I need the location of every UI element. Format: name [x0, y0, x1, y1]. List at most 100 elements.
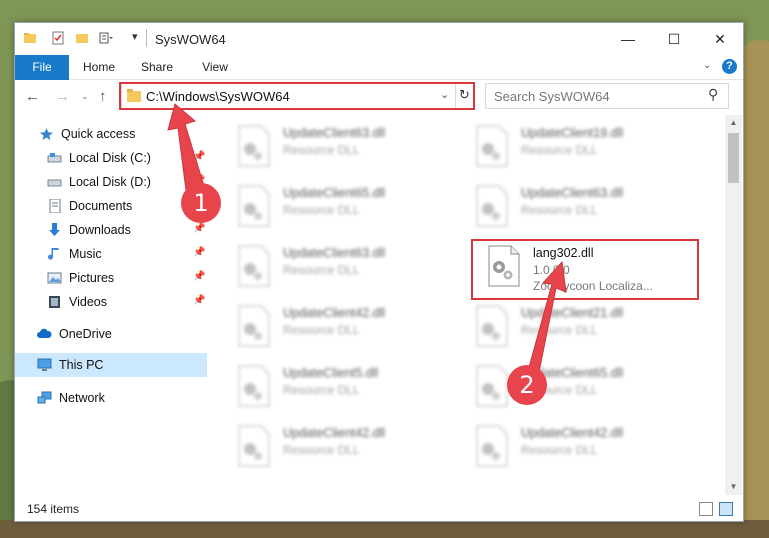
- list-item[interactable]: UpdateClient21.dll Resource DLL: [475, 303, 695, 349]
- pictures-icon: [47, 272, 62, 284]
- list-item[interactable]: UpdateClient63.dll Resource DLL: [237, 243, 457, 289]
- dll-file-icon: [238, 185, 270, 227]
- file-description: Resource DLL: [521, 143, 598, 157]
- file-list: UpdateClient63.dll Resource DLL UpdateCl…: [225, 115, 725, 495]
- file-description: Resource DLL: [521, 323, 598, 337]
- forward-arrow-icon[interactable]: →: [55, 88, 70, 105]
- search-box[interactable]: ⚲: [485, 83, 729, 109]
- scroll-up-icon[interactable]: ▲: [725, 115, 742, 131]
- file-name: UpdateClient63.dll: [521, 186, 624, 200]
- scroll-thumb[interactable]: [728, 133, 739, 183]
- address-highlight-box: [119, 82, 475, 110]
- film-icon: [49, 296, 60, 308]
- title-bar: ▾ SysWOW64 — ☐ ✕: [15, 23, 743, 55]
- file-name: UpdateClient63.dll: [283, 126, 386, 140]
- tab-share[interactable]: Share: [137, 55, 177, 79]
- maximize-button[interactable]: ☐: [651, 23, 697, 55]
- file-description: Resource DLL: [283, 323, 360, 337]
- properties-icon[interactable]: [51, 31, 65, 45]
- nav-label: This PC: [59, 358, 104, 372]
- tab-view[interactable]: View: [195, 55, 235, 79]
- search-icon[interactable]: ⚲: [708, 86, 718, 103]
- music-note-icon: [48, 248, 59, 260]
- computer-icon: [37, 358, 52, 371]
- file-description: Resource DLL: [283, 383, 360, 397]
- file-description: Resource DLL: [521, 203, 598, 217]
- dll-file-icon: [476, 365, 508, 407]
- search-input[interactable]: [492, 87, 706, 105]
- navigation-pane: Quick access Local Disk (C:) 📌 Local Dis…: [15, 115, 211, 495]
- file-name: UpdateClient42.dll: [283, 306, 386, 320]
- list-item[interactable]: UpdateClient42.dll Resource DLL: [475, 423, 695, 469]
- expand-ribbon-icon[interactable]: ⌄: [703, 60, 711, 71]
- list-item[interactable]: UpdateClient63.dll Resource DLL: [237, 123, 457, 169]
- file-name: UpdateClient42.dll: [283, 426, 386, 440]
- status-bar: 154 items: [15, 497, 743, 521]
- file-name: UpdateClient5.dll: [283, 366, 379, 380]
- details-view-icon[interactable]: [699, 502, 713, 516]
- drive-icon: [47, 179, 62, 187]
- pin-icon[interactable]: 📌: [193, 295, 205, 306]
- new-folder-icon[interactable]: [75, 31, 89, 45]
- back-arrow-icon[interactable]: ←: [25, 88, 40, 105]
- nav-label: Music: [69, 247, 102, 261]
- dll-file-icon: [238, 305, 270, 347]
- ribbon-tabs: File Home Share View ⌄ ?: [15, 55, 743, 101]
- file-description: Resource DLL: [283, 203, 360, 217]
- up-arrow-icon[interactable]: ↑: [99, 88, 107, 105]
- file-description: Resource DLL: [283, 263, 360, 277]
- download-arrow-icon: [49, 223, 60, 236]
- customize-toolbar-icon[interactable]: [99, 31, 113, 45]
- minimize-button[interactable]: —: [605, 23, 651, 55]
- file-description: Resource DLL: [521, 443, 598, 457]
- nav-label: Pictures: [69, 271, 115, 285]
- callout-number-1: 1: [193, 189, 209, 217]
- qa-dropdown-icon[interactable]: ▾: [132, 30, 138, 43]
- item-count: 154 items: [27, 502, 80, 516]
- dll-file-icon: [238, 125, 270, 167]
- tab-home[interactable]: Home: [79, 55, 119, 79]
- nav-label: Local Disk (D:): [69, 175, 151, 189]
- recent-locations-icon[interactable]: ⌄: [81, 91, 89, 102]
- vertical-scrollbar[interactable]: ▲ ▼: [725, 115, 742, 495]
- list-item[interactable]: UpdateClient63.dll Resource DLL: [475, 183, 695, 229]
- file-name: UpdateClient19.dll: [521, 126, 624, 140]
- list-item[interactable]: UpdateClient5.dll Resource DLL: [237, 363, 457, 409]
- pin-icon[interactable]: 📌: [193, 175, 205, 186]
- pin-icon[interactable]: 📌: [193, 271, 205, 282]
- list-item[interactable]: UpdateClient65.dll Resource DLL: [475, 363, 695, 409]
- pin-icon[interactable]: 📌: [193, 223, 205, 234]
- large-icons-view-icon[interactable]: [719, 502, 733, 516]
- dll-file-icon: [238, 245, 270, 287]
- file-description: Resource DLL: [283, 143, 360, 157]
- network-icon: [37, 391, 52, 404]
- nav-label: Quick access: [61, 127, 136, 141]
- close-button[interactable]: ✕: [697, 23, 743, 55]
- list-item[interactable]: UpdateClient42.dll Resource DLL: [237, 423, 457, 469]
- scroll-down-icon[interactable]: ▼: [725, 479, 742, 495]
- file-name: UpdateClient65.dll: [283, 186, 386, 200]
- nav-label: OneDrive: [59, 327, 112, 341]
- nav-label: Documents: [69, 199, 133, 213]
- cloud-icon: [37, 328, 52, 338]
- pin-icon[interactable]: 📌: [193, 247, 205, 258]
- file-name: UpdateClient21.dll: [521, 306, 624, 320]
- dll-file-icon: [476, 425, 508, 467]
- file-description: Resource DLL: [283, 443, 360, 457]
- pin-icon[interactable]: 📌: [193, 151, 205, 162]
- window-title: SysWOW64: [155, 32, 226, 47]
- dll-file-icon: [238, 425, 270, 467]
- nav-label: Downloads: [69, 223, 131, 237]
- nav-label: Videos: [69, 295, 107, 309]
- dll-file-icon: [476, 125, 508, 167]
- dll-file-icon: [476, 185, 508, 227]
- help-button[interactable]: ?: [722, 59, 737, 74]
- list-item[interactable]: UpdateClient65.dll Resource DLL: [237, 183, 457, 229]
- nav-label: Local Disk (C:): [69, 151, 151, 165]
- list-item[interactable]: UpdateClient19.dll Resource DLL: [475, 123, 695, 169]
- nav-label: Network: [59, 391, 105, 405]
- dll-file-icon: [476, 305, 508, 347]
- file-highlight-box: [471, 239, 699, 300]
- drive-icon: [47, 153, 62, 163]
- list-item[interactable]: UpdateClient42.dll Resource DLL: [237, 303, 457, 349]
